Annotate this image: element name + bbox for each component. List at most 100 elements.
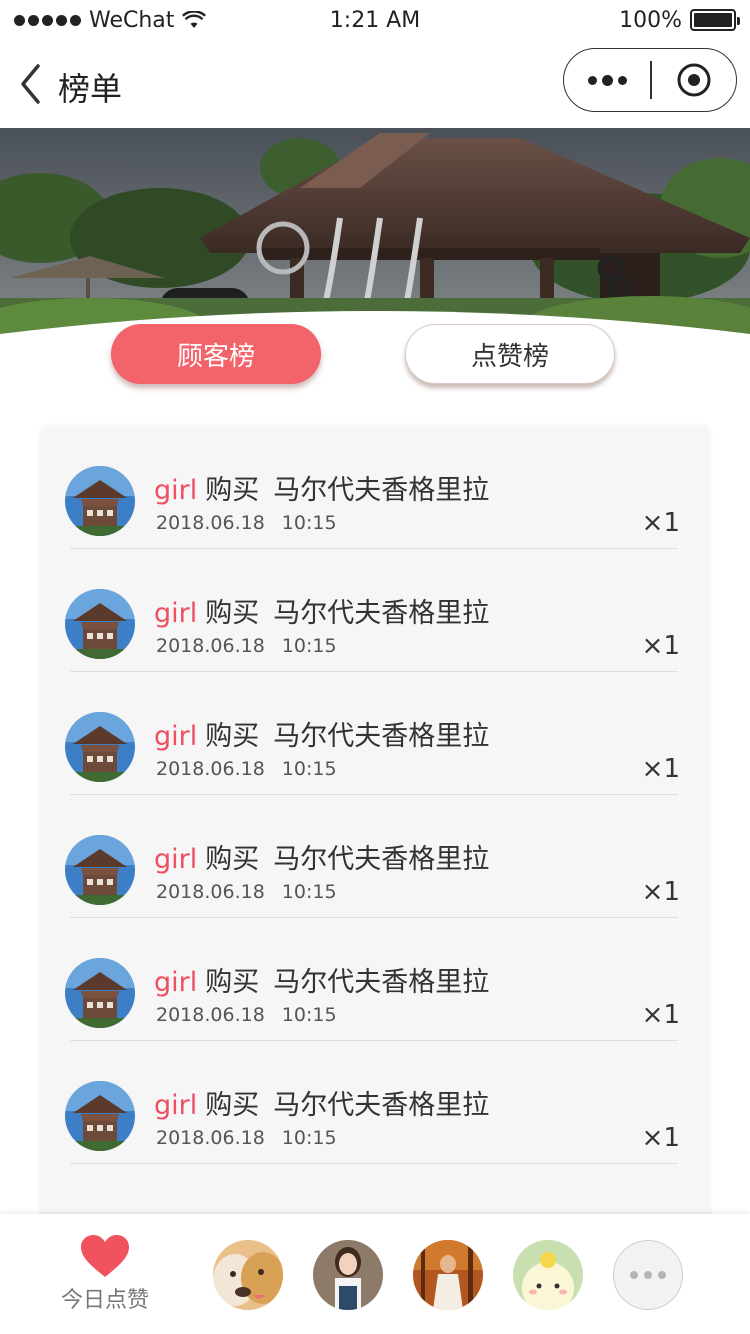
- quantity: ×1: [641, 1000, 680, 1030]
- purchase-time: 10:15: [281, 635, 337, 657]
- close-mini-program-button[interactable]: [652, 49, 737, 111]
- battery-level: [694, 13, 732, 27]
- list-item[interactable]: girl 购买 马尔代夫香格里拉 2018.06.18 10:15 ×1: [40, 1041, 710, 1164]
- quantity: ×1: [641, 631, 680, 661]
- tab-likes[interactable]: 点赞榜: [405, 324, 615, 384]
- username: girl: [154, 475, 198, 506]
- purchase-text: girl 购买 马尔代夫香格里拉: [154, 1083, 489, 1122]
- more-dot: [587, 75, 597, 85]
- product-thumbnail: [65, 589, 135, 659]
- more-dot: [617, 75, 627, 85]
- more-dot: [644, 1271, 652, 1279]
- quantity: ×1: [641, 754, 680, 784]
- page-title: 榜单: [58, 70, 123, 108]
- list-item[interactable]: girl 购买 马尔代夫香格里拉 2018.06.18 10:15 ×1: [40, 426, 710, 549]
- sheep-avatar-image: [513, 1240, 583, 1310]
- purchase-time: 10:15: [281, 1004, 337, 1026]
- product-thumbnail: [65, 835, 135, 905]
- wifi-icon: [182, 11, 207, 28]
- like-today-label: 今日点赞: [60, 1288, 149, 1313]
- action-text: 购买: [205, 598, 260, 629]
- purchase-time: 10:15: [281, 758, 337, 780]
- liker-avatar[interactable]: [313, 1240, 383, 1310]
- more-dot: [601, 74, 613, 86]
- username: girl: [154, 844, 198, 875]
- more-dot: [658, 1271, 666, 1279]
- product-name: 马尔代夫香格里拉: [273, 1090, 490, 1121]
- product-thumbnail: [65, 1081, 135, 1151]
- purchase-date: 2018.06.18: [156, 1127, 265, 1149]
- action-text: 购买: [205, 475, 260, 506]
- purchase-text: girl 购买 马尔代夫香格里拉: [154, 714, 489, 753]
- username: girl: [154, 721, 198, 752]
- status-right: 100%: [619, 7, 740, 33]
- quantity: ×1: [641, 877, 680, 907]
- purchase-date: 2018.06.18: [156, 881, 265, 903]
- list-item[interactable]: girl 购买 马尔代夫香格里拉 2018.06.18 10:15 ×1: [40, 549, 710, 672]
- product-name: 马尔代夫香格里拉: [273, 475, 490, 506]
- divider: [70, 1163, 678, 1164]
- target-icon: [677, 63, 711, 97]
- purchase-timestamp: 2018.06.18 10:15: [156, 758, 337, 780]
- purchase-timestamp: 2018.06.18 10:15: [156, 635, 337, 657]
- more-dot: [630, 1271, 638, 1279]
- liker-avatar[interactable]: [213, 1240, 283, 1310]
- quantity: ×1: [641, 1123, 680, 1153]
- username: girl: [154, 598, 198, 629]
- username: girl: [154, 1090, 198, 1121]
- purchase-text: girl 购买 马尔代夫香格里拉: [154, 960, 489, 999]
- like-today-button[interactable]: 今日点赞: [52, 1234, 158, 1326]
- girl-avatar-image: [313, 1240, 383, 1310]
- purchase-time: 10:15: [281, 1127, 337, 1149]
- product-thumbnail: [65, 712, 135, 782]
- list-item[interactable]: girl 购买 马尔代夫香格里拉 2018.06.18 10:15 ×1: [40, 918, 710, 1041]
- product-thumbnail: [65, 958, 135, 1028]
- purchase-timestamp: 2018.06.18 10:15: [156, 1004, 337, 1026]
- purchase-text: girl 购买 马尔代夫香格里拉: [154, 468, 489, 507]
- product-name: 马尔代夫香格里拉: [273, 598, 490, 629]
- purchase-timestamp: 2018.06.18 10:15: [156, 512, 337, 534]
- list-item[interactable]: girl 购买 马尔代夫香格里拉 2018.06.18 10:15 ×1: [40, 795, 710, 918]
- action-text: 购买: [205, 967, 260, 998]
- purchase-time: 10:15: [281, 512, 337, 534]
- product-name: 马尔代夫香格里拉: [273, 721, 490, 752]
- purchase-text: girl 购买 马尔代夫香格里拉: [154, 591, 489, 630]
- username: girl: [154, 967, 198, 998]
- heart-icon: [81, 1235, 129, 1277]
- purchase-timestamp: 2018.06.18 10:15: [156, 881, 337, 903]
- more-button[interactable]: [564, 49, 650, 111]
- purchase-timestamp: 2018.06.18 10:15: [156, 1127, 337, 1149]
- status-bar: WeChat 1:21 AM 100%: [0, 0, 750, 40]
- liker-avatar[interactable]: [513, 1240, 583, 1310]
- back-button[interactable]: [14, 60, 54, 108]
- nav-bar: 榜单: [0, 40, 750, 128]
- action-text: 购买: [205, 721, 260, 752]
- status-left: WeChat: [14, 7, 207, 33]
- purchase-date: 2018.06.18: [156, 635, 265, 657]
- banner-image: [0, 128, 750, 368]
- purchase-list: girl 购买 马尔代夫香格里拉 2018.06.18 10:15 ×1 girl 购买 马尔代…: [40, 426, 710, 1226]
- purchase-date: 2018.06.18: [156, 758, 265, 780]
- purchase-date: 2018.06.18: [156, 512, 265, 534]
- tab-customers[interactable]: 顾客榜: [111, 324, 321, 384]
- battery-icon: [690, 9, 740, 31]
- product-name: 马尔代夫香格里拉: [273, 967, 490, 998]
- dog-avatar-image: [213, 1240, 283, 1310]
- list-item[interactable]: girl 购买 马尔代夫香格里拉 2018.06.18 10:15 ×1: [40, 672, 710, 795]
- purchase-text: girl 购买 马尔代夫香格里拉: [154, 837, 489, 876]
- product-thumbnail: [65, 466, 135, 536]
- quantity: ×1: [641, 508, 680, 538]
- liker-avatar[interactable]: [413, 1240, 483, 1310]
- more-likers-button[interactable]: [613, 1240, 683, 1310]
- bottom-bar: 今日点赞: [0, 1214, 750, 1334]
- purchase-time: 10:15: [281, 881, 337, 903]
- battery-percent: 100%: [619, 7, 682, 33]
- forest-girl-avatar-image: [413, 1240, 483, 1310]
- action-text: 购买: [205, 844, 260, 875]
- product-name: 马尔代夫香格里拉: [273, 844, 490, 875]
- signal-icon: [14, 14, 81, 26]
- chevron-left-icon: [21, 64, 40, 104]
- carrier-label: WeChat: [89, 7, 175, 33]
- mini-program-capsule: [563, 48, 737, 112]
- purchase-date: 2018.06.18: [156, 1004, 265, 1026]
